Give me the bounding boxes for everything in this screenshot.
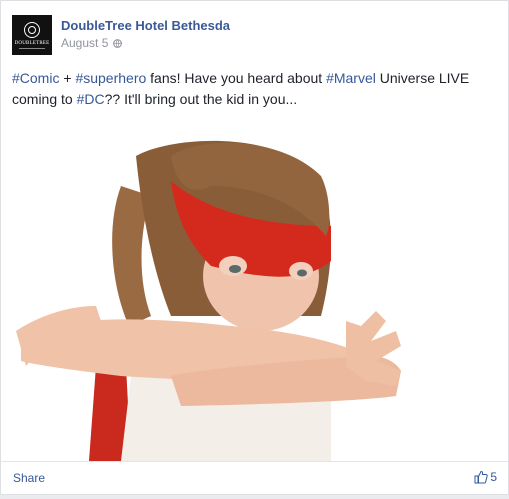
message-text: ?? It'll bring out the kid in you... <box>104 91 298 107</box>
message-text: + <box>59 70 76 86</box>
doubletree-logo-icon <box>24 21 40 38</box>
page-avatar[interactable]: DOUBLETREE <box>12 15 52 55</box>
like-count-button[interactable]: 5 <box>474 470 497 484</box>
post-photo[interactable] <box>1 126 508 461</box>
hashtag-link[interactable]: #Comic <box>12 70 59 86</box>
post-subline: August 5 <box>61 35 230 51</box>
hashtag-link[interactable]: #DC <box>77 91 105 107</box>
like-count: 5 <box>490 470 497 484</box>
hashtag-link[interactable]: #Marvel <box>326 70 376 86</box>
globe-icon[interactable] <box>113 38 123 48</box>
post-header: DOUBLETREE DoubleTree Hotel Bethesda Aug… <box>12 15 230 55</box>
avatar-rule <box>19 47 45 49</box>
message-text: fans! Have you heard about <box>146 70 327 86</box>
post-meta: DoubleTree Hotel Bethesda August 5 <box>61 18 230 55</box>
post-card: DOUBLETREE DoubleTree Hotel Bethesda Aug… <box>0 0 509 495</box>
footer-divider <box>1 461 508 462</box>
thumbs-up-icon <box>474 470 489 484</box>
share-link[interactable]: Share <box>13 471 45 485</box>
post-date[interactable]: August 5 <box>61 35 108 51</box>
child-superhero-photo <box>16 140 401 461</box>
page-name-link[interactable]: DoubleTree Hotel Bethesda <box>61 18 230 34</box>
hashtag-link[interactable]: #superhero <box>75 70 146 86</box>
avatar-brand-text: DOUBLETREE <box>14 40 50 46</box>
post-message: #Comic + #superhero fans! Have you heard… <box>12 68 492 110</box>
